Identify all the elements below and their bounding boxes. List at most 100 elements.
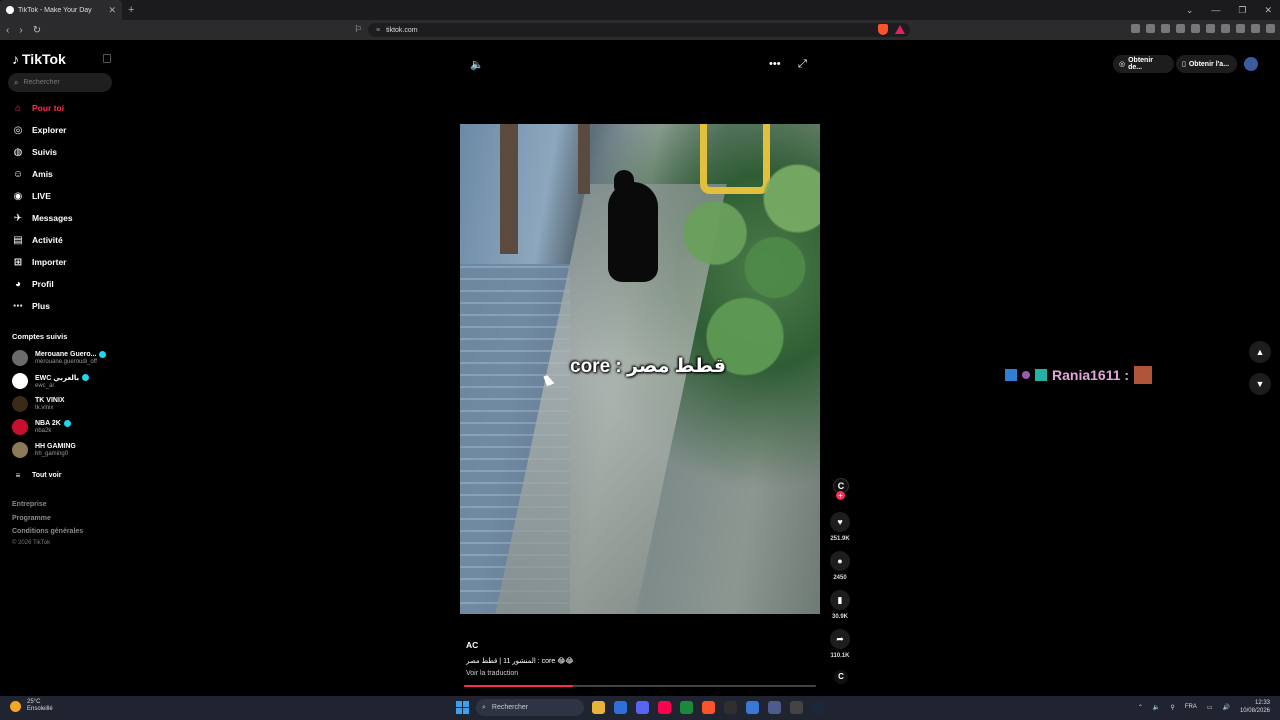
leo-icon[interactable] — [1236, 24, 1245, 33]
sidebar-item-plus[interactable]: ⋯ Plus — [12, 300, 50, 312]
sidebar-item-suivis[interactable]: ◍ Suivis — [12, 146, 57, 158]
sidebar-item-label: Plus — [32, 301, 50, 311]
sidebar-item-messages[interactable]: ✈ Messages — [12, 212, 73, 224]
footer-link-terms[interactable]: Conditions générales — [12, 528, 83, 535]
sidebar-item-importer[interactable]: ⊞ Importer — [12, 256, 67, 268]
activity-icon: ▤ — [13, 234, 23, 246]
sidebar-search[interactable]: ⌕ — [8, 73, 112, 92]
heart-icon[interactable]: ♥ — [830, 512, 850, 532]
sidebar-item-live[interactable]: ◉ LIVE — [12, 190, 51, 202]
app-icon[interactable] — [768, 701, 781, 714]
account-name: EWC بالعربي — [35, 374, 80, 382]
sidebar-icon[interactable] — [1206, 24, 1215, 33]
edge-icon[interactable] — [746, 701, 759, 714]
minimize-icon[interactable]: — — [1211, 5, 1220, 15]
reload-icon[interactable]: ↻ — [33, 25, 41, 36]
app-icon[interactable] — [790, 701, 803, 714]
footer-link-program[interactable]: Programme — [12, 515, 51, 522]
avatar — [12, 396, 28, 412]
extension-icon[interactable] — [1131, 24, 1140, 33]
volume-icon[interactable]: 🔈 — [470, 58, 484, 71]
search-input[interactable] — [23, 79, 104, 86]
steam-icon[interactable] — [812, 701, 825, 714]
followed-account[interactable]: NBA 2K nba2k — [12, 419, 71, 435]
extension-icon[interactable] — [1146, 24, 1155, 33]
bookmark-save-icon[interactable]: ▮ — [830, 590, 850, 610]
next-video-button[interactable]: ▼ — [1249, 373, 1271, 395]
comment-icon[interactable]: ● — [830, 551, 850, 571]
verified-badge-icon — [99, 351, 107, 358]
weather-widget[interactable]: 25°C Ensoleillé — [10, 699, 53, 713]
forward-icon[interactable]: › — [19, 25, 22, 36]
url-field[interactable]: ≡ tiktok.com — [368, 23, 910, 37]
restore-icon[interactable]: ❐ — [1238, 5, 1246, 16]
discord-icon[interactable] — [636, 701, 649, 714]
windows-start-icon[interactable] — [456, 701, 469, 714]
comment-count: 2450 — [833, 575, 847, 581]
browser-tab[interactable]: TikTok - Make Your Day ✕ — [0, 0, 122, 20]
network-icon[interactable]: ▭ — [1207, 704, 1213, 711]
site-info-icon[interactable]: ≡ — [376, 27, 380, 34]
vpn-icon[interactable] — [1251, 24, 1260, 33]
fullscreen-icon[interactable]: ⤢ — [798, 58, 807, 71]
mic-icon[interactable]: ⚲ — [1170, 704, 1174, 711]
user-avatar[interactable] — [1244, 57, 1258, 71]
extension-icon[interactable] — [1176, 24, 1185, 33]
language-indicator[interactable]: FRA — [1185, 704, 1197, 710]
volume-icon[interactable]: 🔊 — [1222, 704, 1229, 711]
tab-list-icon[interactable]: ⌄ — [1186, 5, 1194, 16]
save-action[interactable]: ▮ 30.9K — [829, 590, 851, 620]
sidebar-item-explorer[interactable]: ◎ Explorer — [12, 124, 67, 136]
taskbar-apps — [592, 701, 825, 714]
previous-video-button[interactable]: ▲ — [1249, 341, 1271, 363]
video-progress-bar[interactable] — [464, 685, 816, 687]
followed-account[interactable]: Merouane Guero... merouane.gueroudi_off — [12, 350, 107, 366]
sidebar-item-activit[interactable]: ▤ Activité — [12, 234, 62, 246]
more-options-icon[interactable]: ••• — [769, 58, 781, 70]
tiktok-logo[interactable]: ♪ TikTok — [12, 51, 66, 67]
get-app-button[interactable]: ▯ Obtenir l'a... — [1176, 55, 1237, 73]
search-icon: ⌕ — [482, 703, 486, 711]
footer-link-business[interactable]: Entreprise — [12, 501, 47, 508]
see-all-link[interactable]: ≡ Tout voir — [12, 469, 62, 481]
extension-icon[interactable] — [1161, 24, 1170, 33]
mail-icon[interactable] — [614, 701, 627, 714]
share-action[interactable]: ➦ 110.1K — [829, 629, 851, 659]
tiktok-app-icon[interactable] — [658, 701, 671, 714]
followed-account[interactable]: TK VINIX tk.vinix — [12, 396, 65, 412]
back-icon[interactable]: ‹ — [6, 25, 9, 36]
video-author[interactable]: AC — [466, 640, 478, 650]
sidebar-item-profil[interactable]: ◕ Profil — [12, 278, 54, 290]
clock[interactable]: 12:33 10/08/2026 — [1240, 699, 1270, 715]
xbox-icon[interactable] — [680, 701, 693, 714]
share-icon[interactable]: ➦ — [830, 629, 850, 649]
sidebar-item-amis[interactable]: ☺ Amis — [12, 168, 53, 180]
speaker-icon[interactable]: 🔈 — [1153, 704, 1160, 711]
followed-account[interactable]: EWC بالعربي ewc_ar — [12, 373, 90, 389]
sidebar-item-label: Messages — [32, 213, 73, 223]
follow-plus-icon[interactable]: + — [836, 491, 845, 500]
followed-account[interactable]: HH GAMING hh_gaming0 — [12, 442, 76, 458]
menu-icon[interactable] — [1266, 24, 1275, 33]
music-disc-icon[interactable]: C — [834, 670, 848, 684]
close-window-icon[interactable]: ✕ — [1264, 5, 1272, 16]
translate-link[interactable]: Voir la traduction — [466, 670, 518, 677]
comment-action[interactable]: ● 2450 — [829, 551, 851, 581]
brave-rewards-icon[interactable] — [895, 25, 905, 34]
brave-shield-icon[interactable] — [878, 24, 888, 35]
file-explorer-icon[interactable] — [592, 701, 605, 714]
collapse-sidebar-icon[interactable] — [103, 54, 111, 63]
chevron-up-icon[interactable]: ⌃ — [1138, 704, 1143, 711]
sidebar-item-pourtoi[interactable]: ⌂ Pour toi — [12, 102, 64, 114]
media-icon[interactable] — [1191, 24, 1200, 33]
wallet-icon[interactable] — [1221, 24, 1230, 33]
like-action[interactable]: ♥ 251.9K — [829, 512, 851, 542]
new-tab-button[interactable]: + — [128, 4, 134, 16]
close-tab-icon[interactable]: ✕ — [108, 5, 116, 16]
brave-browser-icon[interactable] — [702, 701, 715, 714]
bookmark-icon[interactable]: ⚐ — [354, 24, 362, 35]
obs-icon[interactable] — [724, 701, 737, 714]
taskbar-search[interactable]: ⌕ Rechercher — [476, 699, 584, 716]
logo-text: TikTok — [22, 51, 66, 67]
get-coins-button[interactable]: ◎ Obtenir de... — [1113, 55, 1174, 73]
